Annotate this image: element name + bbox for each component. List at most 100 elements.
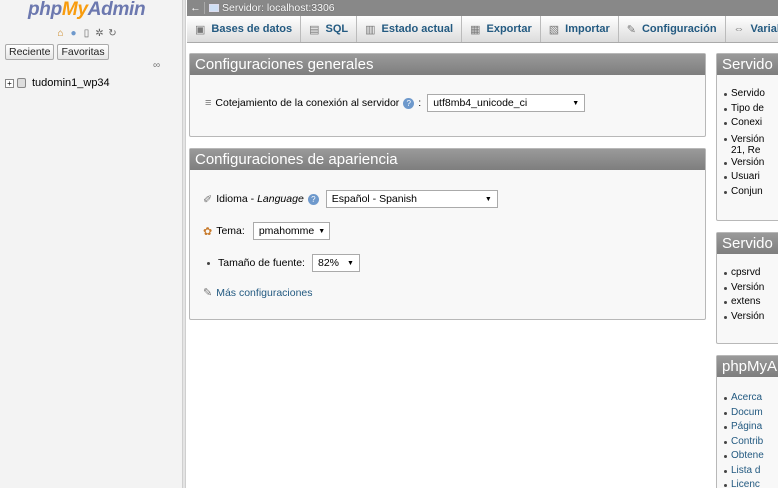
bullet-icon [724,286,727,290]
menu-databases[interactable]: ▣ Bases de datos [187,16,302,42]
logo-my: My [61,0,88,20]
collation-row: ≡ Cotejamiento de la conexión al servido… [205,94,586,112]
server-icon [209,4,219,12]
menu-export[interactable]: ▦ Exportar [462,16,541,42]
menu-variables[interactable]: ⇔ Variab [726,16,778,42]
phpmyadmin-logo[interactable]: phpMyAdmin [28,0,146,21]
bullet-icon [724,469,727,473]
home-icon[interactable]: ⌂ [55,28,66,39]
list-item: Versión [724,310,764,325]
bullet-icon [724,397,727,400]
server-breadcrumb[interactable]: Servidor: localhost:3306 [209,2,335,14]
list-item: Versión [724,281,764,296]
list-item: Tipo de [724,102,765,117]
language-label: Idioma - Language [216,193,304,205]
database-icon [17,78,26,88]
bullet-icon [724,484,727,487]
web-server-list: cpsrvd Versión extens Versión [724,266,764,324]
settings-icon[interactable]: ✲ [94,28,105,39]
sql-icon: ▤ [309,23,320,36]
panel-title: Configuraciones generales [190,54,705,75]
export-icon: ▦ [470,23,481,36]
panel-title: Configuraciones de apariencia [190,149,705,170]
variables-icon: ⇔ [733,23,745,35]
collation-icon: ≡ [205,97,212,109]
list-item: Conjun [724,185,765,200]
help-icon[interactable]: ? [307,193,319,205]
expand-icon[interactable]: + [5,78,14,88]
docs-link[interactable]: Docum [731,406,763,421]
db-tree-item[interactable]: + tudomin1_wp34 [5,77,110,89]
collation-value: utf8mb4_unicode_ci [433,97,528,109]
nav-icon-bar: ⌂ ● ▯ ✲ ↻ [55,28,118,39]
theme-select[interactable]: pmahomme ▼ [252,222,330,240]
list-item[interactable]: Docum [724,406,764,421]
support-link[interactable]: Obtene [731,449,764,464]
list-item: cpsrvd [724,266,764,281]
panel-title: Servido [717,233,778,254]
list-item[interactable]: Página [724,420,764,435]
theme-icon: ✿ [203,225,213,238]
menu-sql[interactable]: ▤ SQL [301,16,358,42]
menu-status[interactable]: ▥ Estado actual [357,16,463,42]
list-item[interactable]: Obtene [724,449,764,464]
list-text: Usuari [731,171,760,182]
navigation-panel: phpMyAdmin ⌂ ● ▯ ✲ ↻ Reciente Favoritas … [0,0,183,488]
server-label: Servidor: localhost:3306 [222,2,335,14]
list-item[interactable]: Acerca [724,391,764,406]
language-select[interactable]: Español - Spanish ▼ [325,190,498,208]
docs-icon[interactable]: ▯ [81,28,92,39]
help-icon[interactable]: ? [403,97,415,109]
db-name[interactable]: tudomin1_wp34 [32,77,110,89]
nav-resizer[interactable] [183,0,186,488]
pma-info-panel: phpMyA Acerca Docum Página Contrib Obten… [716,355,778,488]
list-text: extens [731,296,761,307]
list-item: Servido [724,87,765,102]
more-settings-link[interactable]: Más configuraciones [216,287,312,299]
top-menu: ▣ Bases de datos ▤ SQL ▥ Estado actual ▦ Exp… [187,16,778,43]
bullet-icon [724,301,727,304]
list-item: Usuari [724,170,765,185]
bullet-icon [724,137,727,141]
menu-label: Estado actual [381,23,454,35]
bullet-icon [724,107,727,111]
bullet-icon [724,426,727,429]
list-item[interactable]: Lista d [724,464,764,479]
theme-label: Tema: [216,225,245,237]
menu-label: Importar [565,23,610,35]
chevron-down-icon: ▼ [484,195,492,203]
reload-icon[interactable]: ↻ [107,28,118,39]
appearance-settings-panel: Configuraciones de apariencia ✐ Idioma -… [189,148,706,320]
link-with-main-icon[interactable]: ∞ [153,60,160,71]
language-label-es: Idioma [216,193,248,205]
list-item: Versión 21, Re [724,134,765,156]
list-item[interactable]: Licenc [724,478,764,488]
bullet-icon [724,93,727,96]
list-text: Conexi [731,117,763,128]
favorites-tab[interactable]: Favoritas [57,44,109,60]
list-item[interactable]: Contrib [724,435,764,450]
about-link[interactable]: Acerca [731,391,762,406]
collapse-nav-button[interactable]: ← [187,2,205,14]
bullet-icon [724,190,727,194]
bullet-icon [724,455,727,458]
logo-admin: Admin [87,0,146,20]
panel-title: Servido [717,54,778,75]
collation-select[interactable]: utf8mb4_unicode_ci ▼ [427,94,586,112]
chevron-down-icon: ▼ [572,99,580,107]
menu-settings[interactable]: ✎ Configuración [619,16,726,42]
pma-links-list: Acerca Docum Página Contrib Obtene Lista… [724,391,764,488]
logout-icon[interactable]: ● [68,28,79,39]
font-size-label: Tamaño de fuente: [218,257,305,269]
changes-link[interactable]: Lista d [731,464,760,479]
wrench-icon: ✎ [203,287,213,299]
font-size-select[interactable]: 82% ▼ [311,254,360,272]
homepage-link[interactable]: Página [731,420,762,435]
bullet-icon [724,161,727,165]
menu-import[interactable]: ▧ Importar [541,16,619,42]
license-link[interactable]: Licenc [731,478,760,488]
contribute-link[interactable]: Contrib [731,435,763,450]
server-breadcrumb-bar: ← Servidor: localhost:3306 [187,0,778,16]
recent-tab[interactable]: Reciente [5,44,55,60]
font-size-value: 82% [317,257,339,269]
